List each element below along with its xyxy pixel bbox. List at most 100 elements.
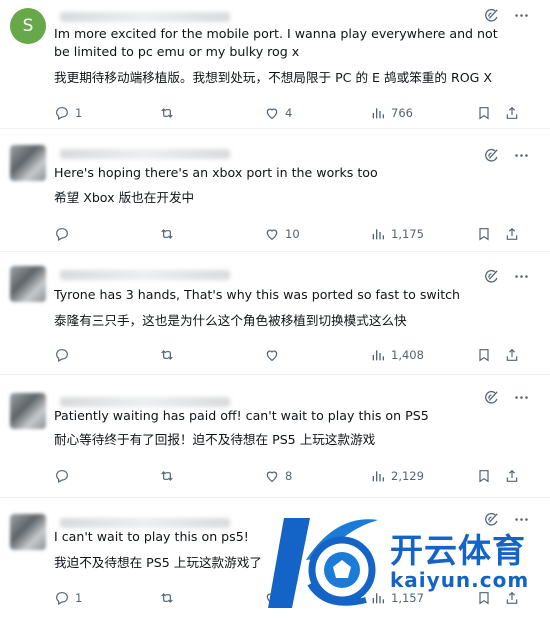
tweet-top-icons xyxy=(482,388,530,406)
retweet-button[interactable] xyxy=(159,105,180,121)
avatar[interactable] xyxy=(10,266,46,302)
more-icon[interactable] xyxy=(512,146,530,164)
bookmark-button[interactable] xyxy=(476,468,492,484)
views-count: 766 xyxy=(391,106,413,120)
bookmark-icon xyxy=(479,228,489,241)
tweet-text-zh: 希望 Xbox 版也在开发中 xyxy=(54,190,195,205)
views-count: 1,408 xyxy=(391,348,424,362)
tweet-top-icons xyxy=(482,267,530,285)
watermark-text-en: kaiyun.com xyxy=(390,568,530,592)
share-icon xyxy=(506,348,518,361)
more-icon[interactable] xyxy=(512,388,530,406)
like-icon xyxy=(266,350,278,362)
tweet-text-zh: 泰隆有三只手，这也是为什么这个角色被移植到切换模式这么快 xyxy=(54,313,407,328)
reply-button[interactable] xyxy=(54,468,75,484)
bookmark-icon xyxy=(479,349,489,362)
views-button[interactable]: 766 xyxy=(370,105,413,121)
reply-icon xyxy=(56,228,68,242)
views-button[interactable]: 1,175 xyxy=(370,226,424,242)
views-icon xyxy=(372,229,384,240)
views-icon xyxy=(372,350,384,361)
retweet-button[interactable] xyxy=(159,590,180,606)
watermark-text-cn: 开云体育 xyxy=(390,531,526,570)
reply-button[interactable] xyxy=(54,347,75,363)
reply-icon xyxy=(56,470,68,484)
author-name xyxy=(60,397,230,407)
retweet-button[interactable] xyxy=(159,226,180,242)
avatar[interactable] xyxy=(10,514,46,550)
tweet-text-zh: 我更期待移动端移植版。我想到处玩，不想局限于 PC 的 E 鸪或笨重的 ROG … xyxy=(54,70,493,85)
views-button[interactable]: 1,408 xyxy=(370,347,424,363)
share-icon xyxy=(506,227,518,240)
like-icon xyxy=(266,229,278,241)
tweet-text-en: Patiently waiting has paid off! can't wa… xyxy=(54,408,429,423)
like-icon xyxy=(266,471,278,483)
retweet-icon xyxy=(161,108,173,118)
avatar[interactable] xyxy=(10,393,46,429)
reply-button[interactable] xyxy=(54,226,75,242)
views-icon xyxy=(372,108,384,119)
share-button[interactable] xyxy=(504,468,520,484)
author-name xyxy=(60,12,230,22)
grok-icon[interactable] xyxy=(482,388,500,406)
watermark-logo: 开云体育 kaiyun.com xyxy=(266,508,550,618)
retweet-button[interactable] xyxy=(159,468,180,484)
avatar[interactable]: S xyxy=(10,8,46,44)
tweet-text-zh: 耐心等待终于有了回报！迫不及待想在 PS5 上玩这款游戏 xyxy=(54,432,376,447)
author-name xyxy=(60,149,230,159)
like-icon xyxy=(266,108,278,120)
share-icon xyxy=(506,106,518,119)
reply-count: 1 xyxy=(75,106,83,120)
share-button[interactable] xyxy=(504,347,520,363)
like-button[interactable] xyxy=(264,347,285,363)
like-count: 4 xyxy=(285,106,293,120)
grok-icon[interactable] xyxy=(482,267,500,285)
action-bar: 10 1,175 xyxy=(54,226,524,246)
retweet-icon xyxy=(161,229,173,239)
tweet-top-icons xyxy=(482,146,530,164)
reply-icon xyxy=(56,349,68,363)
views-icon xyxy=(372,471,384,482)
reply-button[interactable]: 1 xyxy=(54,105,82,121)
action-bar: 1,408 xyxy=(54,347,524,367)
tweet-top-icons xyxy=(482,6,530,24)
share-button[interactable] xyxy=(504,226,520,242)
tweet-text-en: Here's hoping there's an xbox port in th… xyxy=(54,165,378,180)
bookmark-icon xyxy=(479,107,489,120)
bookmark-button[interactable] xyxy=(476,105,492,121)
more-icon[interactable] xyxy=(512,267,530,285)
action-bar: 8 2,129 xyxy=(54,468,524,488)
bookmark-icon xyxy=(479,470,489,483)
views-button[interactable]: 2,129 xyxy=(370,468,424,484)
tweet-text-zh: 我迫不及待想在 PS5 上玩这款游戏了 xyxy=(54,555,262,570)
author-name xyxy=(60,270,230,280)
retweet-icon xyxy=(161,471,173,481)
like-button[interactable]: 4 xyxy=(264,105,292,121)
reply-icon xyxy=(56,592,68,606)
bookmark-button[interactable] xyxy=(476,226,492,242)
avatar[interactable] xyxy=(10,145,46,181)
like-button[interactable]: 8 xyxy=(264,468,292,484)
share-button[interactable] xyxy=(504,105,520,121)
more-icon[interactable] xyxy=(512,6,530,24)
tweet-3[interactable]: Tyrone has 3 hands, That's why this was … xyxy=(0,252,550,375)
views-count: 2,129 xyxy=(391,469,424,483)
retweet-icon xyxy=(161,593,173,603)
bookmark-button[interactable] xyxy=(476,347,492,363)
grok-icon[interactable] xyxy=(482,146,500,164)
retweet-button[interactable] xyxy=(159,347,180,363)
reply-button[interactable]: 1 xyxy=(54,590,82,606)
tweet-2[interactable]: Here's hoping there's an xbox port in th… xyxy=(0,129,550,252)
tweet-1[interactable]: S Im more excited for the mobile port. I… xyxy=(0,0,550,129)
reply-icon xyxy=(56,107,68,121)
tweet-text-en: Tyrone has 3 hands, That's why this was … xyxy=(54,287,461,302)
retweet-icon xyxy=(161,350,173,360)
share-icon xyxy=(506,469,518,482)
like-button[interactable]: 10 xyxy=(264,226,300,242)
grok-icon[interactable] xyxy=(482,6,500,24)
action-bar: 1 4 766 xyxy=(54,105,524,125)
like-count: 10 xyxy=(285,227,300,241)
tweet-4[interactable]: Patiently waiting has paid off! can't wa… xyxy=(0,375,550,498)
reply-count: 1 xyxy=(75,591,83,605)
views-count: 1,175 xyxy=(391,227,424,241)
